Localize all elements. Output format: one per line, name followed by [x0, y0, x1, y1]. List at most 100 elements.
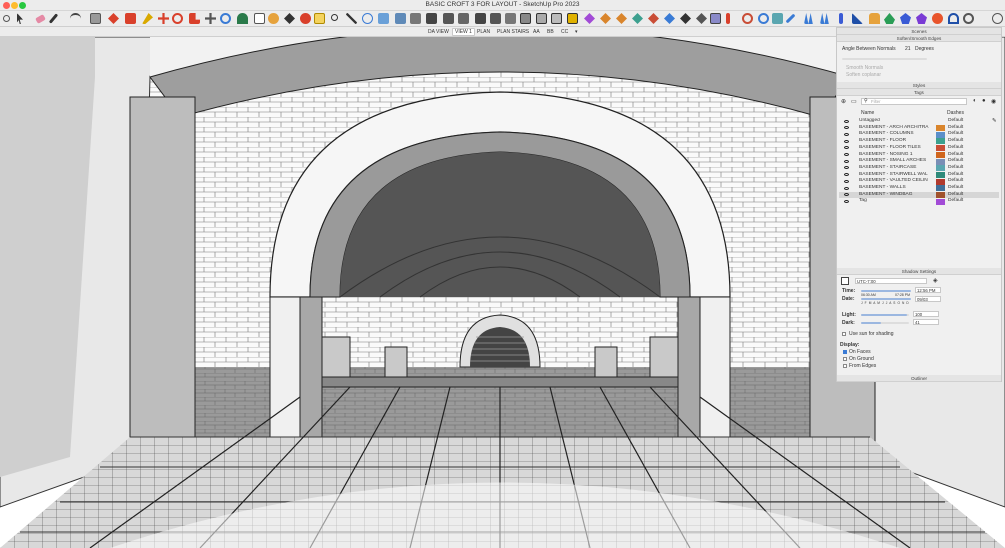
tag-color-swatch[interactable] — [936, 178, 945, 185]
toggle-terrain-icon[interactable] — [758, 13, 769, 24]
shadows-panel-header[interactable]: Shadow Settings — [837, 268, 1001, 275]
tag-row[interactable]: BASEMENT - NOSING 1 Default — [839, 152, 999, 159]
solid-tools-icon[interactable] — [726, 13, 730, 24]
tag-name[interactable]: BASEMENT - FLOOR — [859, 138, 935, 145]
timezone-info-icon[interactable]: ◈ — [933, 277, 938, 284]
ruby-icon[interactable] — [916, 13, 927, 24]
visibility-eye-icon[interactable] — [844, 179, 849, 183]
search-tool-icon[interactable] — [992, 13, 1003, 24]
tag-color-swatch[interactable] — [936, 145, 945, 152]
move-icon[interactable] — [158, 13, 169, 24]
tag-name[interactable]: BASEMENT - STAIRWELL WAL — [859, 172, 935, 179]
extension-warehouse-icon[interactable] — [869, 13, 880, 24]
tag-dashes[interactable]: Default — [948, 185, 963, 192]
layout-icon[interactable] — [932, 13, 943, 24]
paint-icon[interactable] — [142, 13, 153, 24]
split-icon[interactable] — [710, 13, 721, 24]
tab-cc[interactable]: CC — [559, 28, 570, 36]
dark-slider[interactable] — [861, 322, 909, 324]
tag-row[interactable]: BASEMENT - FLOOR TILES Default — [839, 145, 999, 152]
tag-name[interactable]: BASEMENT - VAULTED CEILIN — [859, 178, 935, 185]
timezone-select[interactable]: UTC-7:00 — [855, 278, 927, 284]
light-field[interactable]: 100 — [913, 311, 939, 317]
eraser-icon[interactable] — [35, 14, 46, 24]
pan-icon[interactable] — [378, 13, 389, 24]
walk-icon[interactable] — [804, 13, 813, 24]
tag-color-swatch[interactable] — [936, 185, 945, 192]
dimension-icon[interactable] — [785, 13, 796, 24]
tag-name[interactable]: BASEMENT - WINDBAG — [859, 192, 935, 199]
tag-dashes[interactable]: Default — [948, 178, 963, 185]
pencil-icon[interactable]: ✎ — [992, 118, 997, 125]
tag-row[interactable]: BASEMENT - COLUMNS Default — [839, 131, 999, 138]
protractor-icon[interactable] — [268, 13, 279, 24]
tag-dashes[interactable]: Default — [948, 165, 963, 172]
zoom-extents-icon[interactable] — [362, 13, 373, 24]
pushpull-icon[interactable] — [108, 13, 119, 24]
position-camera-icon[interactable] — [839, 13, 843, 24]
monochrome-icon[interactable] — [567, 13, 578, 24]
add-tag-icon[interactable]: ⊕ — [841, 98, 846, 105]
tag-row[interactable]: BASEMENT - VAULTED CEILIN Default — [839, 178, 999, 185]
hidden-line-icon[interactable] — [520, 13, 531, 24]
time-field[interactable]: 12:56 PM — [915, 287, 941, 293]
visibility-eye-icon[interactable] — [844, 119, 849, 123]
group-icon[interactable] — [600, 13, 611, 24]
zoom-icon[interactable] — [331, 14, 338, 21]
outer-shell-icon[interactable] — [632, 13, 643, 24]
orbit-icon[interactable] — [220, 13, 231, 24]
tag-details-icon[interactable]: ● — [982, 98, 986, 104]
textured-icon[interactable] — [551, 13, 562, 24]
search-icon[interactable] — [3, 15, 10, 22]
component-icon[interactable] — [584, 13, 595, 24]
tab-bb[interactable]: BB — [545, 28, 556, 36]
tags-panel-header[interactable]: Tags — [837, 89, 1001, 96]
sandbox-icon[interactable] — [314, 13, 325, 24]
visibility-eye-icon[interactable] — [844, 126, 849, 130]
look-around-icon[interactable] — [820, 13, 829, 24]
rotate-icon[interactable] — [172, 13, 183, 24]
tag-row[interactable]: BASEMENT - FLOOR Default — [839, 138, 999, 145]
visibility-eye-icon[interactable] — [844, 199, 849, 203]
tag-row[interactable]: BASEMENT - STAIRWELL WAL Default — [839, 172, 999, 179]
light-slider[interactable] — [861, 314, 909, 316]
visibility-eye-icon[interactable] — [844, 166, 849, 170]
tag-color-swatch[interactable] — [936, 165, 945, 172]
tags-dashes-column[interactable]: Dashes — [947, 110, 964, 116]
wireframe-icon[interactable] — [505, 13, 516, 24]
xray-icon[interactable] — [490, 13, 501, 24]
time-slider[interactable] — [861, 290, 911, 292]
tab-aa[interactable]: AA — [531, 28, 542, 36]
scenes-panel-header[interactable]: Scenes — [837, 28, 1001, 35]
tags-filter-input[interactable]: Filter — [861, 98, 967, 105]
visibility-eye-icon[interactable] — [844, 159, 849, 163]
intersect-icon[interactable] — [648, 13, 659, 24]
trimble-connect-icon[interactable] — [948, 13, 959, 24]
tab-view-1[interactable]: VIEW 1 — [452, 28, 475, 36]
sandbox-from-contours-icon[interactable] — [852, 13, 863, 24]
tag-row[interactable]: Untagged Default ✎ — [839, 118, 999, 125]
tag-dashes[interactable]: Default — [948, 198, 963, 205]
tag-name[interactable]: BASEMENT - ARCH ARCHITRA — [859, 125, 935, 132]
pencil-icon[interactable] — [48, 13, 59, 24]
on-faces-checkbox[interactable] — [843, 350, 847, 354]
photo-texture-icon[interactable] — [772, 13, 783, 24]
color-by-tag-icon[interactable]: ◐ — [973, 98, 977, 104]
3d-warehouse-icon[interactable] — [884, 13, 895, 24]
union-icon[interactable] — [664, 13, 675, 24]
tag-dashes[interactable]: Default — [948, 145, 963, 152]
tag-name[interactable]: BASEMENT - FLOOR TILES — [859, 145, 935, 152]
tag-color-swatch[interactable] — [936, 125, 945, 132]
axes-icon[interactable] — [284, 13, 295, 24]
tag-name[interactable]: Tag — [859, 198, 935, 205]
smooth-normals-label[interactable]: Smooth Normals — [846, 65, 883, 71]
visibility-eye-icon[interactable] — [844, 139, 849, 143]
tag-dashes[interactable]: Default — [948, 138, 963, 145]
visibility-eye-icon[interactable] — [844, 153, 849, 157]
arc-icon[interactable] — [70, 13, 81, 24]
visibility-eye-icon[interactable] — [844, 186, 849, 190]
visibility-eye-icon[interactable] — [844, 132, 849, 136]
add-tag-folder-icon[interactable]: ▭ — [851, 98, 857, 105]
soften-panel-header[interactable]: Soften/Smooth Edges — [837, 35, 1001, 42]
tag-color-swatch[interactable] — [936, 151, 945, 158]
